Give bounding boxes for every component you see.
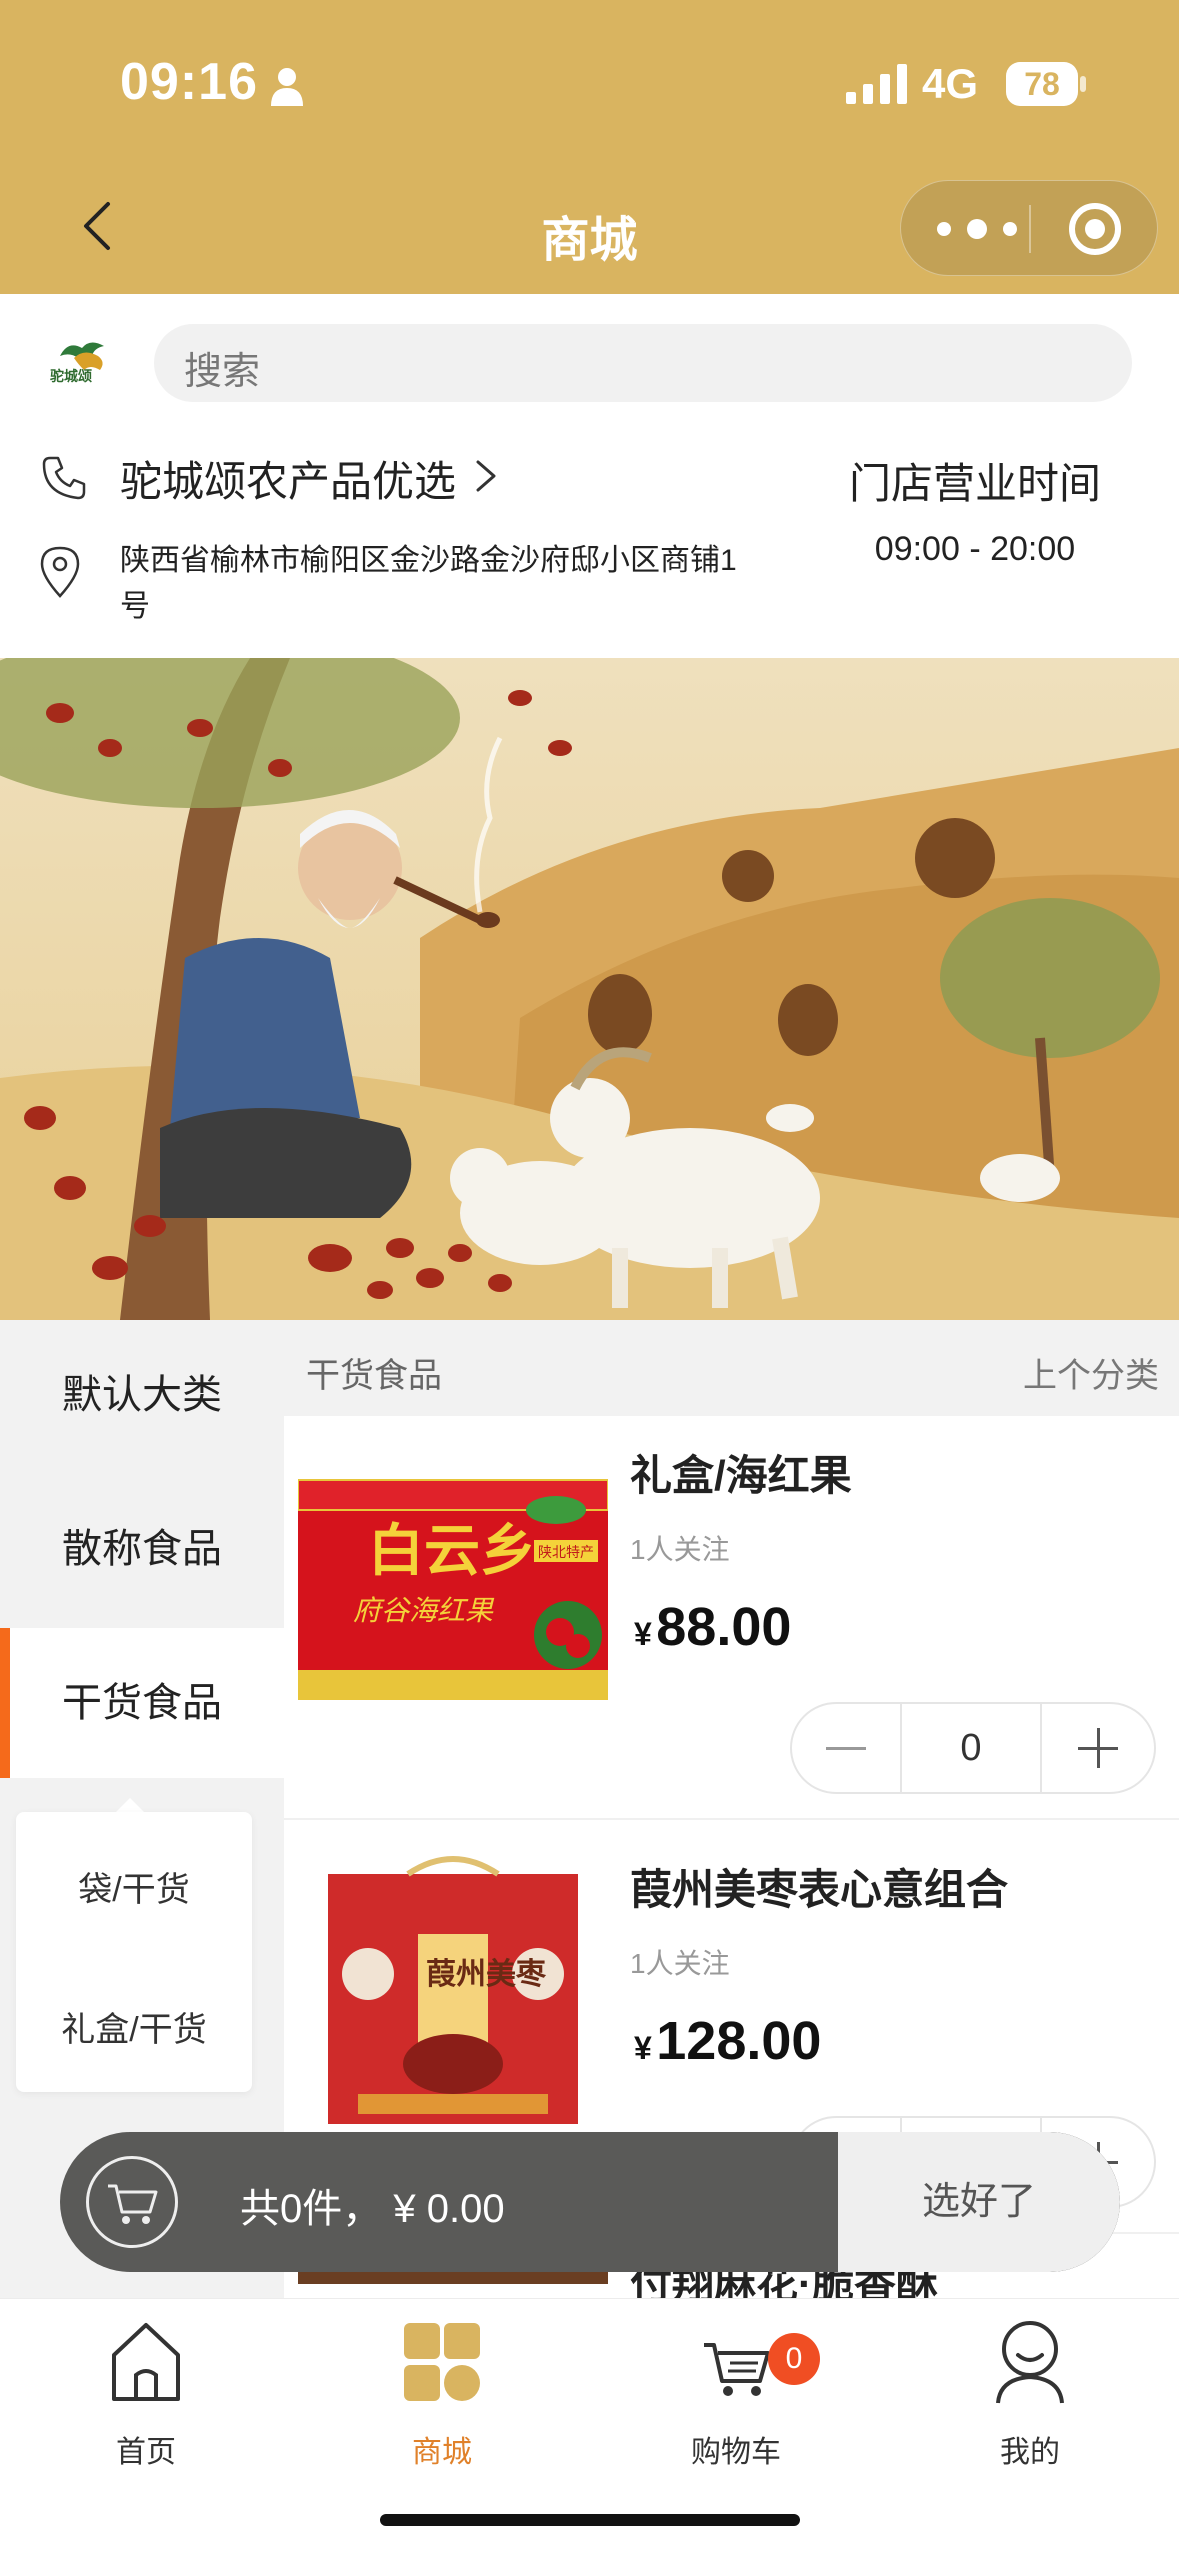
location-pin-icon <box>40 546 80 598</box>
store-name-link[interactable]: 驼城颂农产品优选 <box>120 448 456 509</box>
grid-icon <box>404 2323 480 2401</box>
tab-label: 我的 <box>1000 2436 1060 2469</box>
quantity-value[interactable]: 0 <box>900 1704 1042 1792</box>
store-info: 驼城颂 搜索 驼城颂农产品优选 陕西省榆林市榆阳区金沙路金沙府邸小区商铺1号 门… <box>0 294 1179 658</box>
subcategory-bag-dry[interactable]: 袋/干货 <box>16 1862 252 1911</box>
cart-button[interactable] <box>86 2156 178 2248</box>
category-dry-goods[interactable]: 干货食品 <box>0 1628 284 1778</box>
subcategory-giftbox-dry[interactable]: 礼盒/干货 <box>16 2002 252 2051</box>
hours-value: 09:00 - 20:00 <box>874 530 1076 568</box>
battery-level: 78 <box>1006 62 1078 106</box>
product-image: 葭州美枣 <box>328 1856 578 2124</box>
price-currency: ¥ <box>634 2030 652 2066</box>
quantity-stepper: 0 <box>790 1702 1156 1794</box>
cart-summary-text: 共0件， ¥ 0.00 <box>240 2187 505 2231</box>
tab-label: 购物车 <box>691 2436 781 2469</box>
current-category-title: 干货食品 <box>306 1357 442 1395</box>
person-icon <box>271 68 303 106</box>
price-amount: 88.00 <box>656 1597 792 1657</box>
hours-label: 门店营业时间 <box>848 460 1101 507</box>
category-bulk-food[interactable]: 散称食品 <box>0 1474 284 1624</box>
decrease-button[interactable] <box>792 1704 900 1792</box>
product-name[interactable]: 葭州美枣表心意组合 <box>630 1856 1008 1917</box>
mini-program-capsule <box>900 180 1158 276</box>
category-default[interactable]: 默认大类 <box>0 1320 284 1470</box>
cart-icon <box>108 2184 158 2224</box>
tab-profile[interactable]: 我的 <box>930 2315 1130 2475</box>
subcategory-panel: 袋/干货 礼盒/干货 <box>16 1812 252 2092</box>
product-name[interactable]: 礼盒/海红果 <box>630 1442 852 1503</box>
list-header: 干货食品 上个分类 <box>284 1320 1179 1416</box>
banner-image[interactable] <box>0 658 1179 1320</box>
cart-count-badge: 0 <box>768 2333 820 2385</box>
more-icon[interactable] <box>937 211 1017 247</box>
price-currency: ¥ <box>634 1616 652 1652</box>
product-image-title: 白云乡 <box>368 1518 536 1584</box>
close-program-icon[interactable] <box>1069 203 1121 255</box>
signal-icon <box>846 64 907 104</box>
chevron-right-icon[interactable] <box>474 458 498 494</box>
product-followers: 1人关注 <box>630 1948 730 1979</box>
capsule-divider <box>1029 205 1031 253</box>
search-input[interactable]: 搜索 <box>154 324 1132 402</box>
phone-icon[interactable] <box>40 454 88 502</box>
previous-category-link[interactable]: 上个分类 <box>1023 1348 1159 1397</box>
logo-text: 驼城颂 <box>50 368 92 384</box>
tab-mall[interactable]: 商城 <box>342 2315 542 2475</box>
product-price: ¥ 128.00 <box>634 2010 821 2072</box>
home-icon <box>112 2323 180 2401</box>
network-type: 4G <box>922 60 979 107</box>
product-followers: 1人关注 <box>630 1534 730 1565</box>
product-image: 白云乡 府谷海红果 陕北特产 <box>298 1479 608 1700</box>
battery-tip <box>1080 76 1086 92</box>
price-amount: 128.00 <box>656 2011 822 2071</box>
product-image-title: 葭州美枣 <box>426 1957 547 1992</box>
cart-icon <box>704 2343 770 2396</box>
product-image-subtitle: 府谷海红果 <box>353 1594 495 1627</box>
search-placeholder: 搜索 <box>184 351 261 393</box>
product-card[interactable]: 白云乡 府谷海红果 陕北特产 礼盒/海红果 1人关注 ¥ 88.00 0 <box>284 1416 1179 1820</box>
app-header: 09:16 4G 78 商城 <box>0 0 1179 294</box>
cart-summary-bar: 共0件， ¥ 0.00 选好了 <box>60 2132 1120 2272</box>
tab-label: 商城 <box>412 2436 472 2469</box>
user-icon <box>996 2321 1064 2404</box>
tab-label: 首页 <box>116 2436 176 2469</box>
increase-button[interactable] <box>1042 1704 1156 1792</box>
home-indicator <box>380 2514 800 2526</box>
store-address: 陕西省榆林市榆阳区金沙路金沙府邸小区商铺1号 <box>120 544 737 623</box>
status-time: 09:16 <box>120 53 258 111</box>
product-image-tag: 陕北特产 <box>538 1545 594 1561</box>
checkout-button[interactable]: 选好了 <box>838 2132 1120 2272</box>
tab-home[interactable]: 首页 <box>46 2315 246 2475</box>
product-price: ¥ 88.00 <box>634 1596 791 1658</box>
banner-illustration <box>0 658 1179 1320</box>
tab-cart[interactable]: 0 购物车 <box>636 2315 836 2475</box>
